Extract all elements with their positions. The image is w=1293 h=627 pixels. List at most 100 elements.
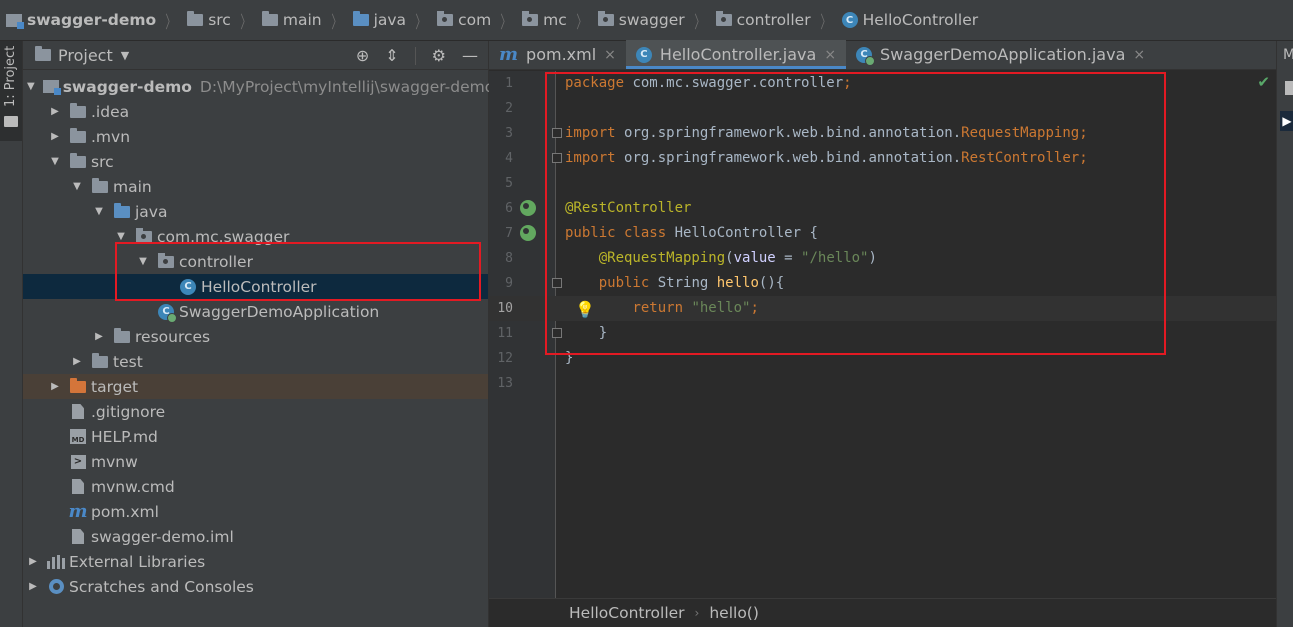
- editor-tab[interactable]: C SwaggerDemoApplication.java ×: [846, 40, 1155, 69]
- tree-item[interactable]: ▼ com.mc.swagger: [23, 224, 488, 249]
- close-icon[interactable]: ×: [824, 47, 836, 63]
- tree-item[interactable]: ▶ .idea: [23, 99, 488, 124]
- maven-tool-button[interactable]: M: [1283, 47, 1293, 63]
- code-line[interactable]: 13: [489, 371, 1276, 396]
- tree-item[interactable]: C SwaggerDemoApplication: [23, 299, 488, 324]
- breadcrumb-item[interactable]: mc: [522, 0, 567, 40]
- breadcrumb-class[interactable]: HelloController: [569, 604, 685, 622]
- breadcrumb-item[interactable]: swagger-demo: [6, 0, 156, 40]
- code-line[interactable]: 11 }: [489, 321, 1276, 346]
- tree-item[interactable]: ▶ resources: [23, 324, 488, 349]
- fold-marker-icon[interactable]: [552, 278, 562, 288]
- expanded-arrow-icon[interactable]: ▼: [49, 156, 61, 167]
- code-token: }: [565, 325, 608, 341]
- line-number: 5: [505, 176, 513, 191]
- collapsed-arrow-icon[interactable]: ▶: [49, 131, 61, 142]
- expanded-arrow-icon[interactable]: ▼: [27, 81, 35, 92]
- folder-icon: [4, 116, 18, 127]
- editor-tab[interactable]: C HelloController.java ×: [625, 40, 847, 69]
- code-token: org.springframework.web.bind.annotation.: [624, 150, 962, 166]
- code-line[interactable]: 12}: [489, 346, 1276, 371]
- hide-icon[interactable]: —: [462, 46, 478, 65]
- chevron-right-icon: ›: [694, 606, 700, 620]
- code-line[interactable]: 4 import org.springframework.web.bind.ann…: [489, 146, 1276, 171]
- project-view-selector[interactable]: Project: [58, 46, 113, 65]
- code-line[interactable]: 1 package com.mc.swagger.controller;: [489, 71, 1276, 96]
- spring-bean-icon[interactable]: [520, 200, 536, 216]
- tool-icon[interactable]: [1285, 81, 1293, 95]
- expanded-arrow-icon[interactable]: ▼: [115, 231, 127, 242]
- gear-icon[interactable]: ⚙: [432, 46, 446, 65]
- collapsed-arrow-icon[interactable]: ▶: [71, 356, 83, 367]
- breadcrumb-item[interactable]: main: [261, 0, 322, 40]
- line-number: 12: [497, 351, 513, 366]
- tree-item[interactable]: ▶ target: [23, 374, 488, 399]
- collapsed-arrow-icon[interactable]: ▶: [49, 106, 61, 117]
- code-line[interactable]: 10 💡 return "hello";: [489, 296, 1276, 321]
- tree-item[interactable]: ▼ java: [23, 199, 488, 224]
- code-line[interactable]: 8 @RequestMapping(value = "/hello"): [489, 246, 1276, 271]
- package-icon: [597, 11, 614, 26]
- breadcrumb-item[interactable]: controller: [715, 0, 811, 40]
- code-line[interactable]: 3 import org.springframework.web.bind.ann…: [489, 121, 1276, 146]
- tree-item[interactable]: ▼ main: [23, 174, 488, 199]
- tree-item[interactable]: ▼ controller: [23, 249, 488, 274]
- tree-item[interactable]: ▶ test: [23, 349, 488, 374]
- breadcrumb-item[interactable]: src: [187, 0, 231, 40]
- breadcrumb-item[interactable]: C HelloController: [841, 0, 978, 40]
- tree-item-icon: [91, 177, 109, 193]
- tree-item[interactable]: MD HELP.md: [23, 424, 488, 449]
- chevron-down-icon[interactable]: ▼: [121, 49, 129, 62]
- fold-marker-icon[interactable]: [552, 153, 562, 163]
- tree-item-icon: [42, 80, 61, 95]
- editor-tab[interactable]: m pom.xml ×: [489, 40, 626, 69]
- class-icon: C: [180, 278, 196, 295]
- collapse-all-icon[interactable]: ⇕: [385, 46, 398, 65]
- tree-item[interactable]: ▼ src: [23, 149, 488, 174]
- spring-bean-icon[interactable]: [520, 225, 536, 241]
- breadcrumb-method[interactable]: hello(): [709, 604, 759, 622]
- fold-marker-icon[interactable]: [552, 328, 562, 338]
- package-icon: [158, 252, 174, 268]
- code-line[interactable]: 5: [489, 171, 1276, 196]
- code-area[interactable]: 1 package com.mc.swagger.controller; 2 3 imp…: [489, 71, 1276, 396]
- tree-item[interactable]: swagger-demo.iml: [23, 524, 488, 549]
- project-tool-window-button[interactable]: 1: Project: [0, 41, 22, 141]
- code-line[interactable]: 2: [489, 96, 1276, 121]
- module-icon: [6, 13, 24, 29]
- tree-item[interactable]: ▶ Scratches and Consoles: [23, 574, 488, 599]
- expanded-arrow-icon[interactable]: ▼: [93, 206, 105, 217]
- code-line[interactable]: 7 public class HelloController {: [489, 221, 1276, 246]
- breadcrumb-item[interactable]: java: [352, 0, 406, 40]
- tree-item[interactable]: mvnw.cmd: [23, 474, 488, 499]
- locate-icon[interactable]: ⊕: [356, 46, 369, 65]
- collapsed-arrow-icon[interactable]: ▶: [27, 556, 39, 567]
- breadcrumb-item[interactable]: swagger: [597, 0, 685, 40]
- collapsed-arrow-icon[interactable]: ▶: [27, 581, 39, 592]
- tree-item[interactable]: .gitignore: [23, 399, 488, 424]
- inspection-ok-icon[interactable]: ✔: [1257, 73, 1270, 91]
- breadcrumb-item[interactable]: com: [437, 0, 491, 40]
- close-icon[interactable]: ×: [604, 47, 616, 63]
- close-icon[interactable]: ×: [1133, 47, 1145, 63]
- tree-item[interactable]: ▶ External Libraries: [23, 549, 488, 574]
- fold-marker-icon[interactable]: [552, 128, 562, 138]
- tree-item-icon: [69, 529, 87, 544]
- code-line[interactable]: 6 @RestController: [489, 196, 1276, 221]
- tree-item-icon: [69, 404, 87, 419]
- run-icon[interactable]: ▶: [1280, 111, 1293, 131]
- tree-item[interactable]: C HelloController: [23, 274, 488, 299]
- code-line[interactable]: 9 public String hello(){: [489, 271, 1276, 296]
- tree-item[interactable]: m pom.xml: [23, 499, 488, 524]
- tree-item[interactable]: > mvnw: [23, 449, 488, 474]
- tree-item-label: pom.xml: [91, 502, 159, 521]
- expanded-arrow-icon[interactable]: ▼: [71, 181, 83, 192]
- code-token: org.springframework.web.bind.annotation.: [624, 125, 962, 141]
- collapsed-arrow-icon[interactable]: ▶: [93, 331, 105, 342]
- code-token: String: [657, 275, 717, 291]
- tree-item[interactable]: ▶ .mvn: [23, 124, 488, 149]
- expanded-arrow-icon[interactable]: ▼: [137, 256, 149, 267]
- collapsed-arrow-icon[interactable]: ▶: [49, 381, 61, 392]
- tree-item[interactable]: ▼ swagger-demo D:\MyProject\myIntellij\swa…: [23, 74, 494, 99]
